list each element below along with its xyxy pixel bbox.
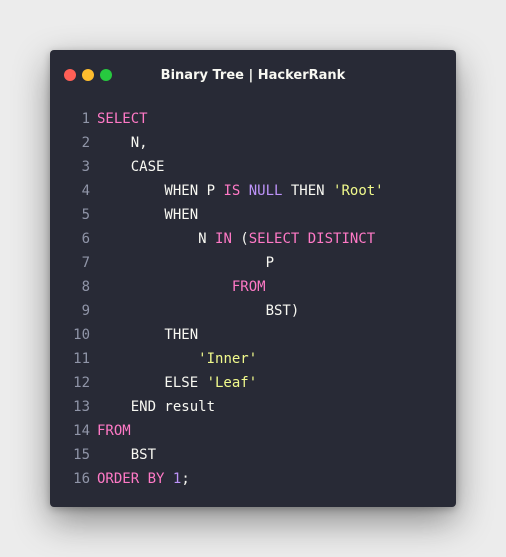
code-line: 2 N,	[50, 131, 456, 155]
code-token: FROM	[231, 279, 266, 295]
line-number: 9	[81, 303, 90, 319]
line-number: 4	[81, 183, 90, 199]
line-content: WHEN	[97, 203, 198, 227]
code-token: IS	[223, 183, 241, 199]
line-content: BST)	[97, 299, 300, 323]
code-token: WHEN P	[97, 183, 224, 199]
code-token: (	[231, 231, 249, 247]
line-number: 5	[81, 207, 90, 223]
code-line: 9 BST)	[50, 299, 456, 323]
code-block: 1 SELECT 2 N, 3 CASE 4 WHEN P IS NULL THEN '…	[50, 107, 456, 491]
code-token: N,	[97, 135, 148, 151]
code-line: 7 P	[50, 251, 456, 275]
line-content: P	[97, 251, 274, 275]
code-line: 15 BST	[50, 443, 456, 467]
line-content: FROM	[97, 419, 131, 443]
code-line: 13 END result	[50, 395, 456, 419]
code-token: THEN	[97, 327, 199, 343]
line-number: 16	[73, 471, 90, 487]
code-token: FROM	[97, 423, 131, 439]
code-token: ORDER BY	[97, 471, 165, 487]
line-content: ORDER BY 1;	[97, 467, 190, 491]
code-token: END result	[97, 399, 216, 415]
code-token: P	[97, 255, 275, 271]
code-token: 'Inner'	[198, 351, 258, 367]
code-token: SELECT DISTINCT	[248, 231, 376, 247]
title-bar: Binary Tree | HackerRank	[50, 50, 456, 98]
line-number: 15	[73, 447, 90, 463]
code-line: 14 FROM	[50, 419, 456, 443]
window-title: Binary Tree | HackerRank	[160, 68, 346, 83]
code-line: 4 WHEN P IS NULL THEN 'Root'	[50, 179, 456, 203]
code-token: 'Leaf'	[206, 375, 258, 391]
code-token: IN	[215, 231, 232, 247]
code-line: 3 CASE	[50, 155, 456, 179]
line-number: 7	[81, 255, 90, 271]
code-line: 16 ORDER BY 1;	[50, 467, 456, 491]
code-line: 11 'Inner'	[50, 347, 456, 371]
line-content: BST	[97, 443, 156, 467]
code-token: THEN	[282, 183, 334, 199]
line-number: 6	[81, 231, 90, 247]
line-number: 11	[73, 351, 90, 367]
line-content: N IN (SELECT DISTINCT	[97, 227, 375, 251]
line-content: 'Inner'	[97, 347, 257, 371]
line-number: 13	[73, 399, 90, 415]
line-content: END result	[97, 395, 215, 419]
code-line: 8 FROM	[50, 275, 456, 299]
code-token: SELECT	[97, 111, 148, 127]
line-content: CASE	[97, 155, 165, 179]
code-token: 'Root'	[333, 183, 384, 199]
code-line: 1 SELECT	[50, 107, 456, 131]
code-token: WHEN	[97, 207, 199, 223]
code-line: 6 N IN (SELECT DISTINCT	[50, 227, 456, 251]
code-window: Binary Tree | HackerRank 1 SELECT 2 N, 3 CA…	[50, 50, 456, 507]
code-token: BST	[97, 447, 157, 463]
code-token: CASE	[97, 159, 165, 175]
line-number: 3	[81, 159, 90, 175]
line-number: 2	[81, 135, 90, 151]
line-content: SELECT	[97, 107, 148, 131]
code-token: NULL	[248, 183, 283, 199]
line-number: 8	[81, 279, 90, 295]
code-token: ELSE	[97, 375, 207, 391]
line-number: 10	[73, 327, 90, 343]
line-number: 12	[73, 375, 90, 391]
code-line: 10 THEN	[50, 323, 456, 347]
line-number: 1	[81, 111, 90, 127]
line-content: ELSE 'Leaf'	[97, 371, 257, 395]
code-line: 5 WHEN	[50, 203, 456, 227]
line-content: N,	[97, 131, 148, 155]
line-number: 14	[73, 423, 90, 439]
code-token: N	[97, 231, 216, 247]
code-line: 12 ELSE 'Leaf'	[50, 371, 456, 395]
line-content: FROM	[97, 275, 266, 299]
line-content: THEN	[97, 323, 198, 347]
line-content: WHEN P IS NULL THEN 'Root'	[97, 179, 384, 203]
code-token: BST)	[97, 303, 300, 319]
code-token: ;	[181, 471, 190, 487]
